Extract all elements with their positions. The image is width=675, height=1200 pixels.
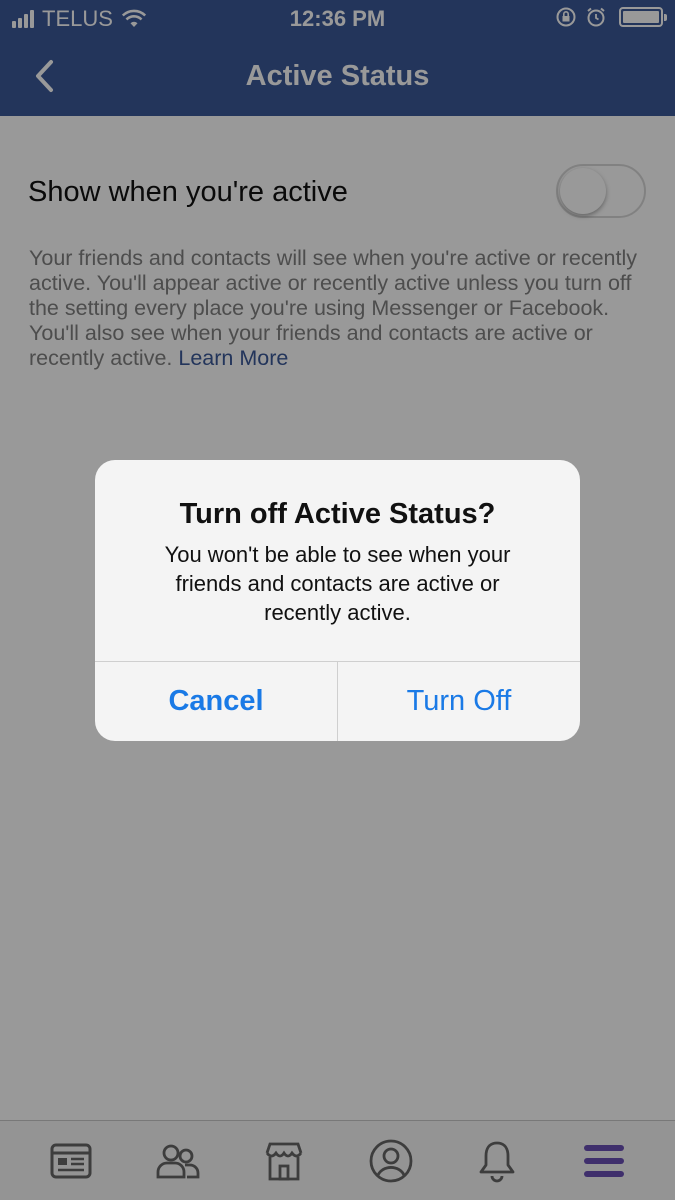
dialog-message: You won't be able to see when your frien… (164, 542, 511, 625)
dialog-buttons: Cancel Turn Off (95, 661, 580, 741)
turn-off-active-status-dialog: Turn off Active Status? You won't be abl… (95, 460, 580, 741)
dialog-title: Turn off Active Status? (179, 498, 496, 530)
cancel-button[interactable]: Cancel (95, 662, 338, 741)
turn-off-button[interactable]: Turn Off (338, 662, 580, 741)
